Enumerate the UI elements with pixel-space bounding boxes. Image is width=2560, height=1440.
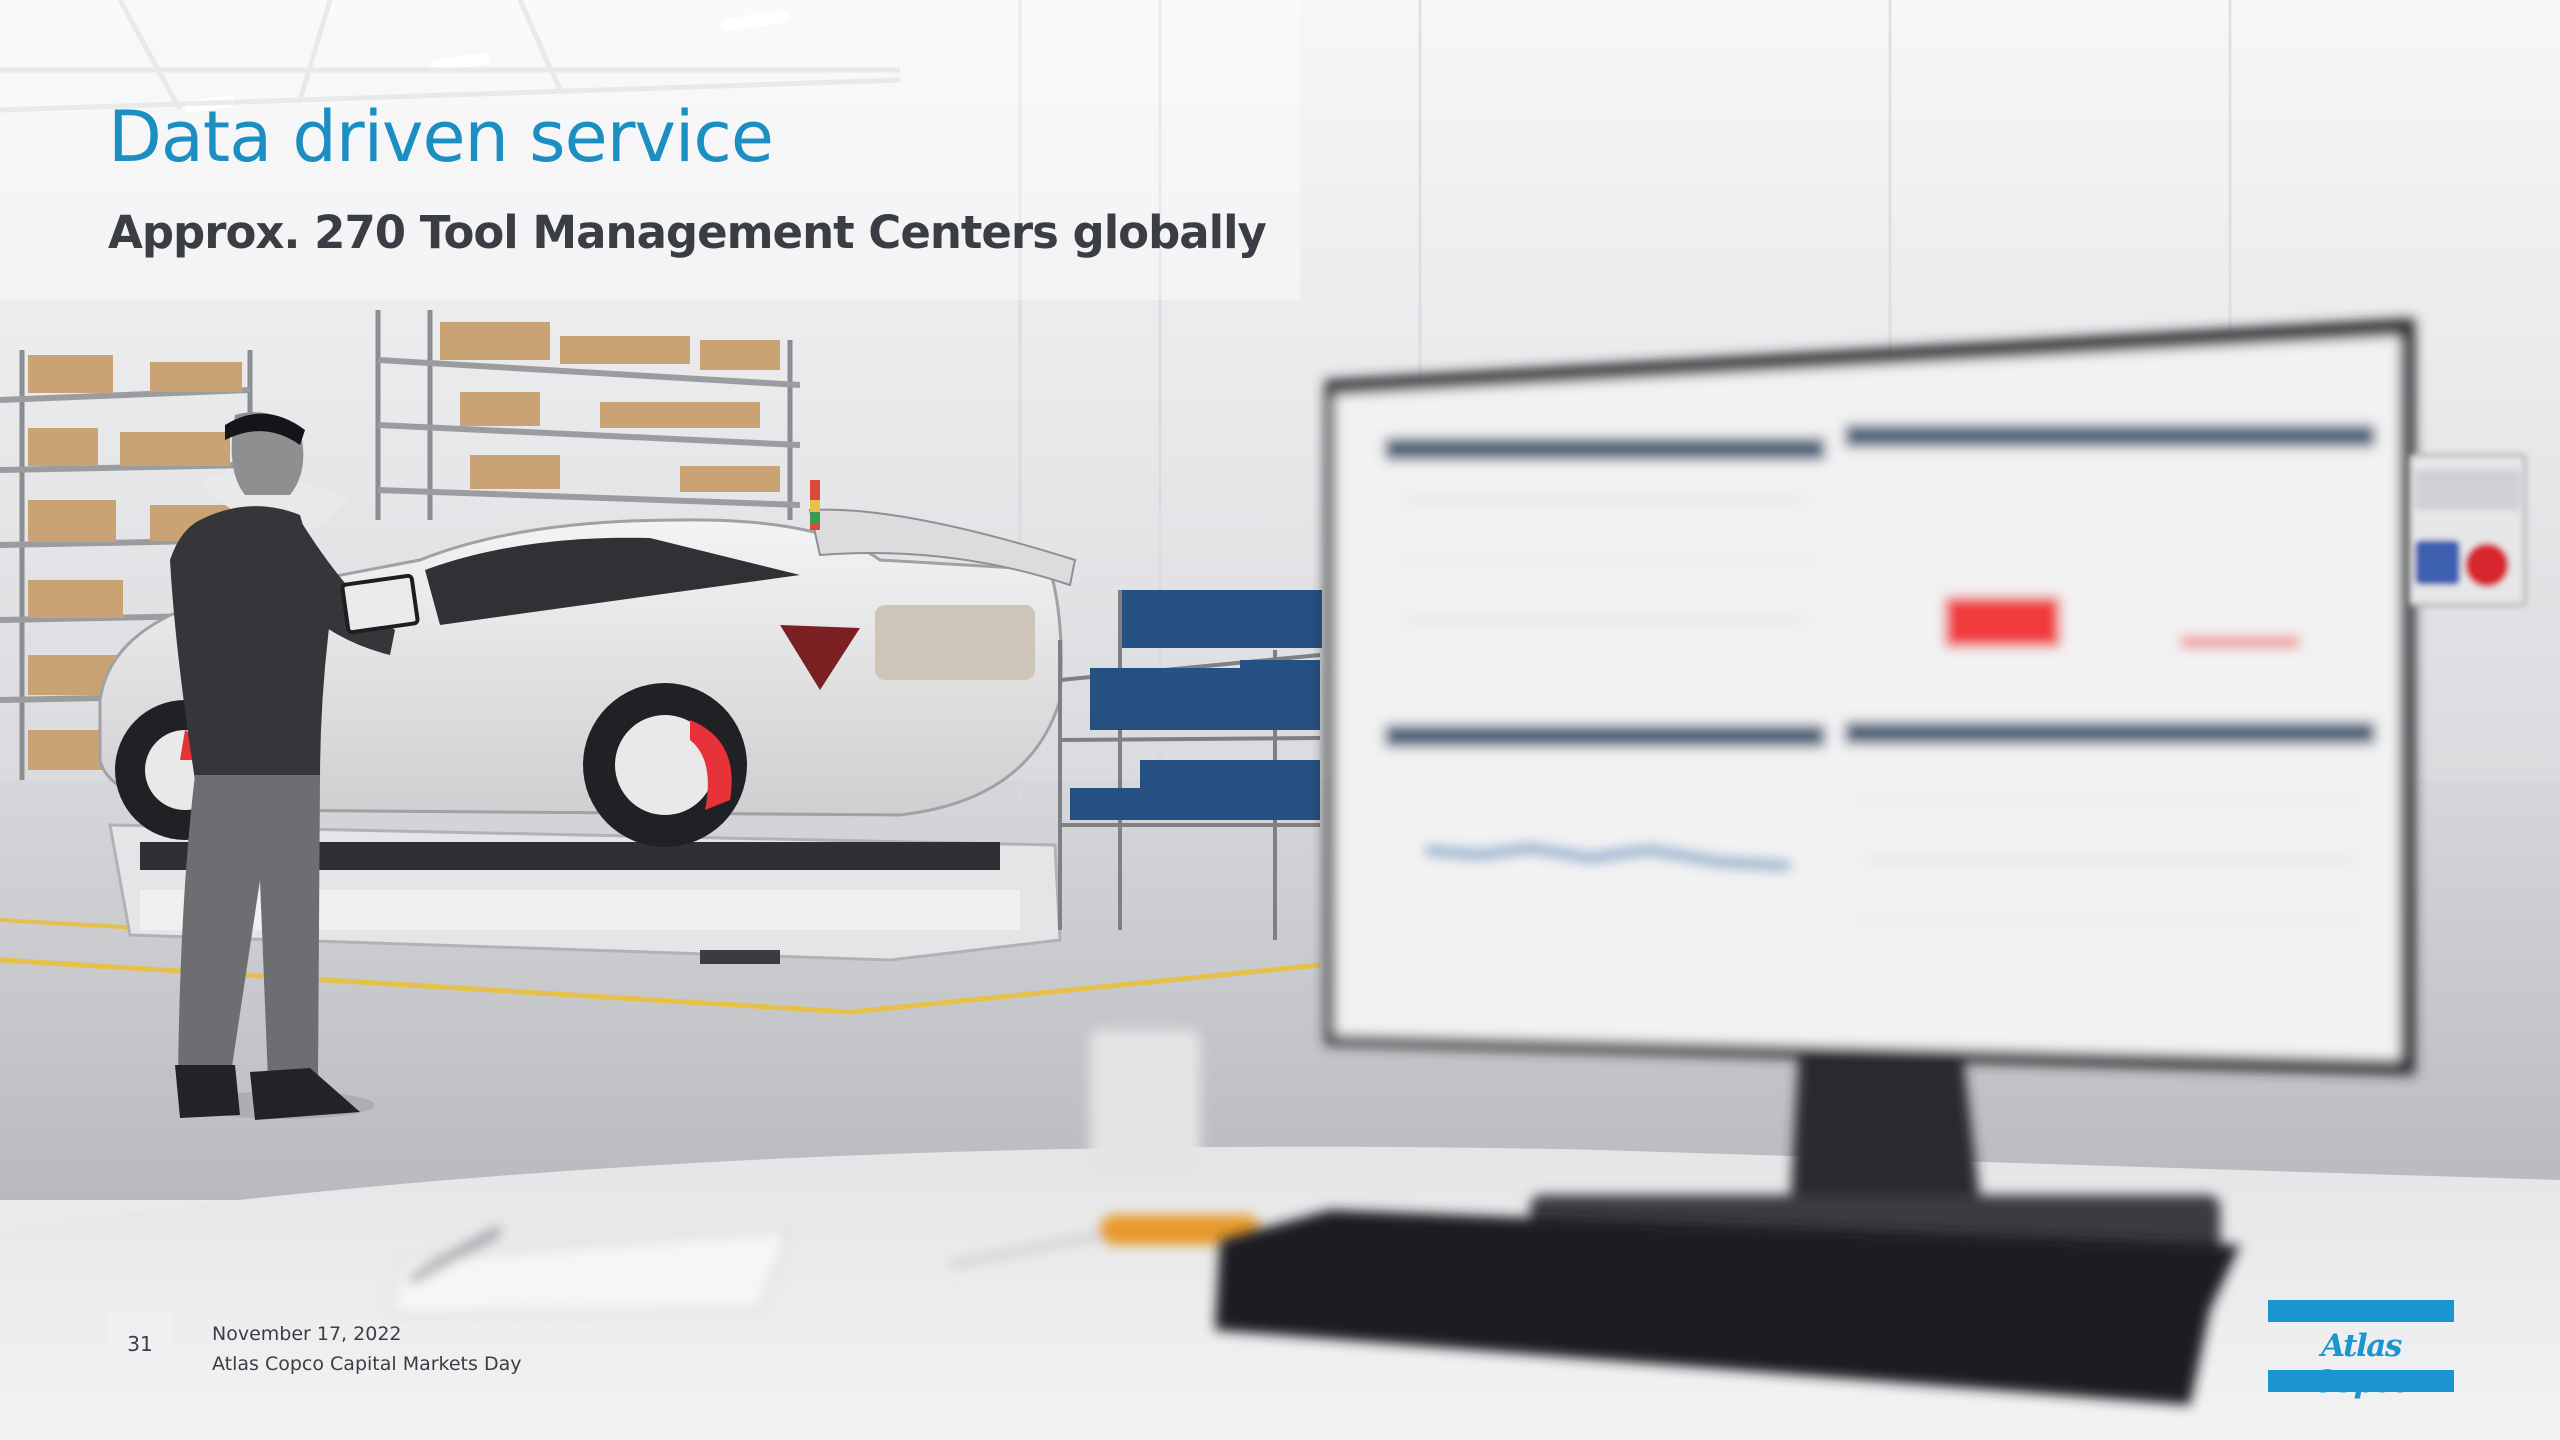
page-number: 31 bbox=[108, 1311, 172, 1377]
logo-top-bar bbox=[2268, 1300, 2454, 1322]
slide-subtitle: Approx. 270 Tool Management Centers glob… bbox=[108, 206, 1267, 259]
logo-bottom-bar bbox=[2268, 1370, 2454, 1392]
slide-title: Data driven service bbox=[108, 96, 774, 178]
footer-date: November 17, 2022 bbox=[212, 1323, 402, 1345]
footer: November 17, 2022 Atlas Copco Capital Ma… bbox=[212, 1319, 521, 1379]
atlas-copco-logo: Atlas Copco bbox=[2268, 1300, 2454, 1400]
footer-event: Atlas Copco Capital Markets Day bbox=[212, 1353, 522, 1375]
